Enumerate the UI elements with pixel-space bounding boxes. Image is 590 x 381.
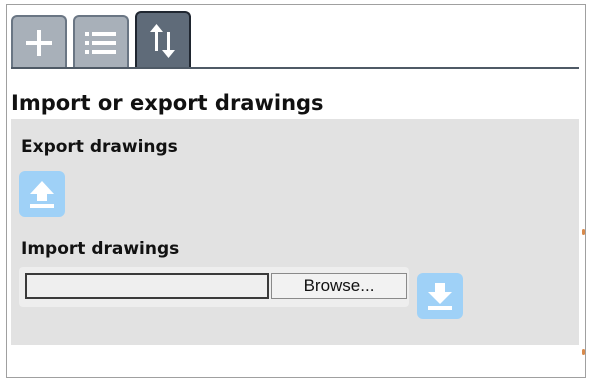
export-button[interactable] [19, 171, 65, 217]
edge-artifact [582, 229, 585, 235]
import-button[interactable] [417, 273, 463, 319]
import-heading: Import drawings [21, 239, 180, 259]
content-area: Export drawings Import drawings Browse..… [11, 119, 579, 345]
tab-divider [11, 67, 579, 69]
tab-add[interactable] [11, 15, 67, 69]
download-icon [428, 283, 452, 310]
file-picker: Browse... [19, 267, 409, 307]
page-title: Import or export drawings [11, 91, 324, 115]
up-down-arrows-icon [150, 24, 175, 58]
edge-artifact [582, 349, 585, 355]
export-heading: Export drawings [21, 137, 178, 157]
upload-icon [30, 181, 54, 208]
tab-import-export[interactable] [135, 11, 191, 69]
list-icon [85, 32, 116, 54]
tab-list[interactable] [73, 15, 129, 69]
tab-bar [11, 11, 191, 69]
browse-button[interactable]: Browse... [271, 273, 407, 299]
file-path-field[interactable] [25, 273, 269, 299]
plus-icon [26, 30, 52, 56]
import-export-panel: Import or export drawings Export drawing… [6, 4, 586, 378]
